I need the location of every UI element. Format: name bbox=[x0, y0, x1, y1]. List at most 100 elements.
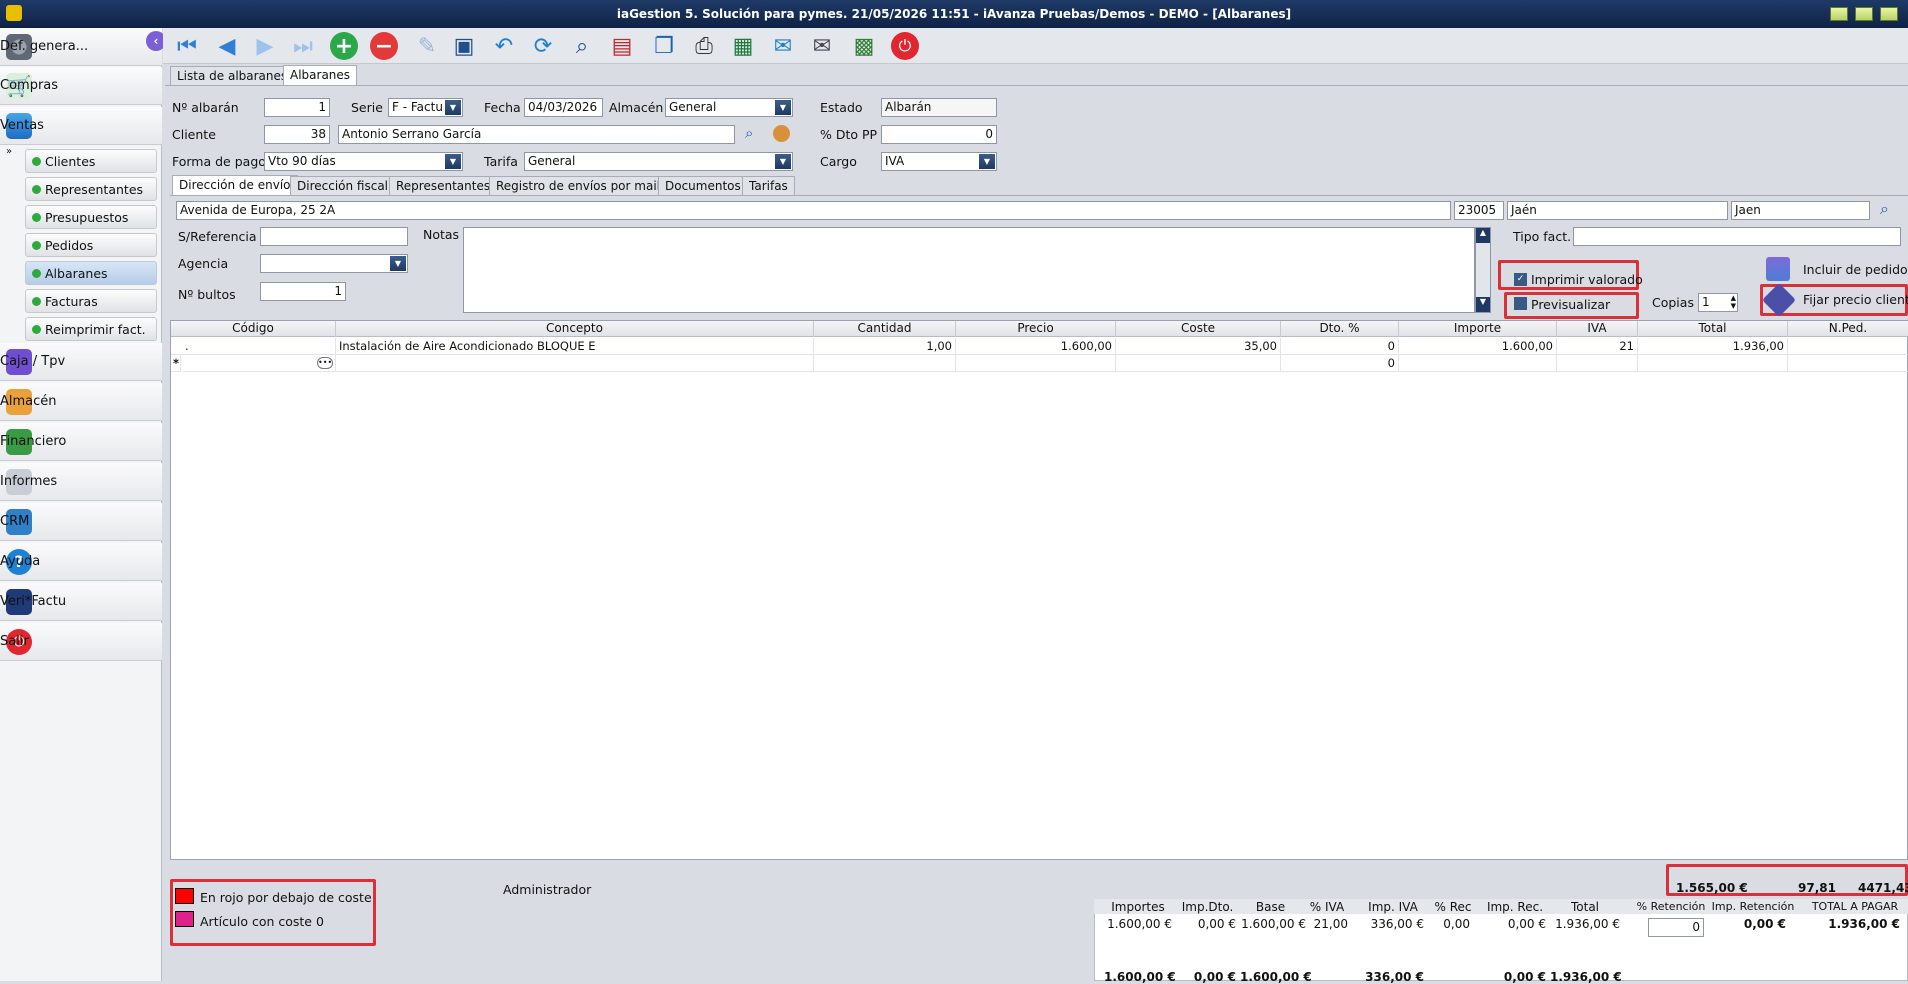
column-header-precio[interactable]: Precio bbox=[956, 321, 1116, 337]
last-record-icon[interactable]: ⏭ bbox=[289, 32, 317, 60]
notas-textarea[interactable] bbox=[463, 227, 1475, 313]
scroll-up-icon[interactable]: ▲ bbox=[1476, 228, 1490, 243]
documents-icon[interactable]: ❐ bbox=[650, 32, 678, 60]
first-record-icon[interactable]: ⏮ bbox=[173, 32, 201, 60]
sidebar-item-def-general[interactable]: Def. genera... bbox=[0, 28, 162, 66]
cell-importe[interactable]: 1.600,00 bbox=[1399, 338, 1557, 355]
notas-scrollbar[interactable]: ▲ ▼ bbox=[1475, 227, 1491, 313]
sidebar-item-compras[interactable]: 🛒 Compras bbox=[0, 67, 162, 105]
new-row-concepto[interactable] bbox=[336, 355, 814, 372]
dto-pp-field[interactable]: 0 bbox=[881, 125, 997, 144]
sidebar-item-clientes[interactable]: Clientes bbox=[25, 149, 157, 173]
sidebar-item-informes[interactable]: Informes bbox=[0, 463, 162, 501]
stepper-arrows-icon[interactable]: ▲ ▼ bbox=[1731, 294, 1736, 310]
save-icon[interactable]: ▣ bbox=[450, 32, 478, 60]
refresh-icon[interactable]: ⟳ bbox=[529, 32, 557, 60]
search-icon[interactable]: ⌕ bbox=[745, 124, 753, 142]
cell-total[interactable]: 1.936,00 bbox=[1638, 338, 1788, 355]
sidebar-item-representantes[interactable]: Representantes bbox=[25, 177, 157, 201]
sidebar-item-reimprimir[interactable]: Reimprimir fact. bbox=[25, 317, 157, 341]
search-list-icon[interactable]: ⌕ bbox=[568, 32, 596, 60]
chevron-down-icon[interactable]: ▼ bbox=[775, 100, 791, 115]
tab-direccion-fiscal[interactable]: Dirección fiscal bbox=[290, 176, 396, 196]
sidebar-item-almacen[interactable]: Almacén bbox=[0, 383, 162, 421]
sidebar-item-pedidos[interactable]: Pedidos bbox=[25, 233, 157, 257]
chevron-down-icon[interactable]: ▼ bbox=[445, 154, 461, 169]
fijar-precio-label[interactable]: Fijar precio cliente bbox=[1803, 292, 1908, 307]
pdf-icon[interactable]: ▤ bbox=[608, 32, 636, 60]
agencia-select[interactable]: ▼ bbox=[260, 254, 408, 273]
tab-lista-albaranes[interactable]: Lista de albaranes bbox=[170, 66, 295, 86]
num-albaran-field[interactable]: 1 bbox=[264, 98, 330, 117]
tarifa-select[interactable]: General ▼ bbox=[524, 152, 793, 171]
print-icon[interactable]: ⎙ bbox=[690, 32, 718, 60]
fecha-field[interactable]: 04/03/2026 bbox=[524, 98, 603, 117]
forma-pago-select[interactable]: Vto 90 días ▼ bbox=[264, 152, 463, 171]
next-record-icon[interactable]: ▶ bbox=[251, 32, 279, 60]
imprimir-valorado-checkbox[interactable]: ✓ bbox=[1514, 273, 1527, 286]
tab-representantes[interactable]: Representantes bbox=[389, 176, 498, 196]
tipo-fact-field[interactable] bbox=[1573, 227, 1901, 246]
tab-albaranes[interactable]: Albaranes bbox=[283, 65, 358, 86]
sidebar-item-verifactu[interactable]: Veri*Factu bbox=[0, 583, 162, 621]
column-header-concepto[interactable]: Concepto bbox=[336, 321, 814, 337]
chevron-down-icon[interactable]: ▼ bbox=[445, 100, 461, 115]
undo-icon[interactable]: ↶ bbox=[490, 32, 518, 60]
cliente-code-field[interactable]: 38 bbox=[264, 125, 330, 144]
tab-documentos[interactable]: Documentos bbox=[658, 176, 748, 196]
bultos-field[interactable]: 1 bbox=[260, 282, 346, 301]
tab-registro-envios[interactable]: Registro de envíos por mail bbox=[489, 176, 667, 196]
tab-direccion-envio[interactable]: Dirección de envío bbox=[172, 175, 298, 196]
sidebar-item-crm[interactable]: CRM bbox=[0, 503, 162, 541]
close-window-button[interactable] bbox=[1880, 7, 1898, 21]
sidebar-item-facturas[interactable]: Facturas bbox=[25, 289, 157, 313]
direccion-field[interactable]: Avenida de Europa, 25 2A bbox=[176, 201, 1451, 220]
sidebar-item-salir[interactable]: ⏻ Salir bbox=[0, 623, 162, 661]
new-row-total[interactable] bbox=[1638, 355, 1788, 372]
new-row-coste[interactable] bbox=[1116, 355, 1281, 372]
add-icon[interactable]: + bbox=[330, 32, 358, 60]
sidebar-item-presupuestos[interactable]: Presupuestos bbox=[25, 205, 157, 229]
address-search-icon[interactable]: ⌕ bbox=[1880, 199, 1889, 219]
cell-coste[interactable]: 35,00 bbox=[1116, 338, 1281, 355]
incluir-pedido-label[interactable]: Incluir de pedido bbox=[1803, 262, 1908, 277]
chevron-down-icon[interactable]: ▼ bbox=[390, 256, 406, 271]
column-header-codigo[interactable]: Código bbox=[171, 321, 336, 337]
previsualizar-checkbox[interactable] bbox=[1514, 297, 1527, 310]
chevron-down-icon[interactable]: ▼ bbox=[979, 154, 995, 169]
sidebar-item-albaranes[interactable]: Albaranes bbox=[25, 261, 157, 285]
excel-icon[interactable]: ▦ bbox=[729, 32, 757, 60]
edit-icon[interactable]: ✎ bbox=[413, 32, 441, 60]
exit-icon[interactable]: ⏻ bbox=[891, 32, 919, 60]
serie-select[interactable]: F - Factu ▼ bbox=[388, 98, 463, 117]
new-row-precio[interactable] bbox=[956, 355, 1116, 372]
new-row-codigo[interactable]: ••• bbox=[183, 355, 336, 372]
sidebar-item-caja[interactable]: Caja / Tpv bbox=[0, 343, 162, 381]
column-header-nped[interactable]: N.Ped. bbox=[1788, 321, 1908, 337]
cell-precio[interactable]: 1.600,00 bbox=[956, 338, 1116, 355]
email-icon[interactable]: ✉ bbox=[769, 32, 797, 60]
new-row-iva[interactable] bbox=[1557, 355, 1638, 372]
cliente-name-field[interactable]: Antonio Serrano García bbox=[338, 125, 735, 144]
new-row-dto[interactable]: 0 bbox=[1281, 355, 1399, 372]
cell-iva[interactable]: 21 bbox=[1557, 338, 1638, 355]
new-row-importe[interactable] bbox=[1399, 355, 1557, 372]
client-card-icon[interactable] bbox=[773, 125, 790, 142]
cell-concepto[interactable]: Instalación de Aire Acondicionado BLOQUE… bbox=[336, 338, 814, 355]
sidebar-item-ventas[interactable]: Ventas bbox=[0, 107, 162, 145]
cargo-select[interactable]: IVA ▼ bbox=[881, 152, 997, 171]
restore-button[interactable] bbox=[1855, 7, 1873, 21]
tab-tarifas[interactable]: Tarifas bbox=[742, 176, 795, 196]
calculator-icon[interactable]: ▩ bbox=[850, 32, 878, 60]
delete-icon[interactable]: − bbox=[370, 32, 398, 60]
column-header-total[interactable]: Total bbox=[1638, 321, 1788, 337]
new-row-cantidad[interactable] bbox=[814, 355, 956, 372]
cell-cantidad[interactable]: 1,00 bbox=[814, 338, 956, 355]
new-row-nped[interactable] bbox=[1788, 355, 1908, 372]
email-settings-icon[interactable]: ✉ bbox=[808, 32, 836, 60]
chevron-down-icon[interactable]: ▼ bbox=[775, 154, 791, 169]
cell-nped[interactable] bbox=[1788, 338, 1908, 355]
previous-record-icon[interactable]: ◀ bbox=[213, 32, 241, 60]
sidebar-item-financiero[interactable]: Financiero bbox=[0, 423, 162, 461]
scroll-down-icon[interactable]: ▼ bbox=[1476, 297, 1490, 312]
